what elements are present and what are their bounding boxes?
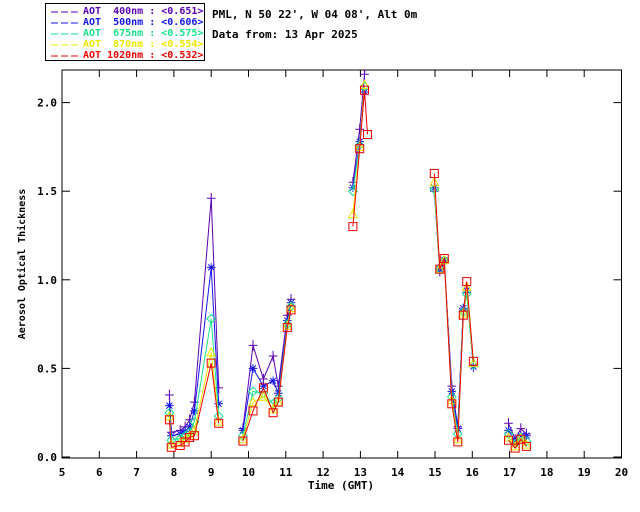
- asterisk-marker: [268, 376, 278, 386]
- x-tick-label: 17: [503, 466, 516, 479]
- station-header: PML, N 50 22', W 04 08', Alt 0m Data fro…: [212, 8, 417, 48]
- y-axis-title: Aerosol Optical Thickness: [16, 189, 28, 340]
- x-tick-label: 7: [133, 466, 140, 479]
- series-line: [352, 90, 368, 227]
- x-tick-label: 9: [208, 466, 215, 479]
- legend-label: AOT 1020nm : <0.532>: [83, 50, 204, 61]
- x-tick-label: 20: [615, 466, 628, 479]
- x-tick-label: 16: [466, 466, 480, 479]
- plus-marker: [268, 350, 278, 362]
- series-line: [168, 318, 220, 441]
- series-line: [352, 70, 366, 183]
- x-tick-label: 13: [354, 466, 367, 479]
- x-tick-label: 5: [59, 466, 66, 479]
- data-date: Data from: 13 Apr 2025: [212, 28, 358, 41]
- legend-dash-line: [51, 11, 79, 13]
- x-tick-label: 18: [540, 466, 553, 479]
- x-tick-label: 15: [428, 466, 441, 479]
- legend-row-aot-400nm: AOT 400nm : <0.651>: [50, 6, 204, 17]
- series-aot-1020nm: [164, 85, 531, 453]
- x-tick-label: 11: [279, 466, 293, 479]
- y-tick-label: 0.0: [37, 451, 57, 464]
- axis-tick-labels: 5 6 7 8 9 10 11 12 13 14 15 16 17 18 19 20 0.0 0.5 1.0 1.5 2…: [37, 97, 628, 479]
- legend-dash-line: [51, 33, 79, 35]
- plus-marker: [248, 340, 258, 351]
- legend-label: AOT 870nm : <0.554>: [83, 39, 204, 50]
- legend-row-aot-500nm: AOT 500nm : <0.606>: [50, 17, 204, 28]
- legend-row-aot-675nm: AOT 675nm : <0.575>: [50, 28, 204, 39]
- series-line: [242, 299, 292, 429]
- x-tick-label: 14: [391, 466, 405, 479]
- aot-plot-page: AOT 400nm : <0.651> AOT 500nm : <0.606> AO…: [0, 0, 640, 512]
- y-tick-label: 2.0: [37, 97, 57, 110]
- series-aot-675nm: [164, 81, 532, 449]
- x-tick-label: 10: [242, 466, 255, 479]
- legend-row-aot-870nm: AOT 870nm : <0.554>: [50, 39, 204, 50]
- legend-dash-line: [51, 55, 79, 57]
- data-series: [164, 70, 532, 453]
- x-tick-label: 8: [171, 466, 178, 479]
- series-aot-400nm: [165, 70, 531, 445]
- legend-dash-line: [51, 44, 79, 46]
- x-tick-label: 6: [96, 466, 103, 479]
- station-location: PML, N 50 22', W 04 08', Alt 0m: [212, 8, 418, 21]
- y-tick-label: 1.5: [37, 185, 57, 198]
- plot-svg: 5 6 7 8 9 10 11 12 13 14 15 16 17 18 19 20 0.0 0.5 1.0 1.5 2…: [16, 69, 628, 492]
- x-tick-label: 12: [316, 466, 329, 479]
- y-tick-label: 1.0: [37, 274, 57, 287]
- plus-marker: [165, 389, 174, 401]
- legend-label: AOT 675nm : <0.575>: [83, 28, 204, 39]
- legend-row-aot-1020nm: AOT 1020nm : <0.532>: [50, 50, 204, 61]
- legend-dash-line: [51, 22, 79, 24]
- legend-box: AOT 400nm : <0.651> AOT 500nm : <0.606> AO…: [45, 3, 205, 61]
- plus-marker: [206, 193, 216, 204]
- y-tick-label: 0.5: [37, 362, 57, 375]
- legend-label: AOT 500nm : <0.606>: [83, 17, 204, 28]
- plot-frame: [61, 69, 622, 459]
- series-aot-870nm: [164, 79, 532, 451]
- legend-label: AOT 400nm : <0.651>: [83, 6, 204, 17]
- series-aot-500nm: [165, 87, 531, 446]
- x-axis-title: Time (GMT): [308, 479, 374, 492]
- x-tick-label: 19: [578, 466, 591, 479]
- axis-ticks: [61, 70, 622, 458]
- plus-marker: [355, 123, 364, 135]
